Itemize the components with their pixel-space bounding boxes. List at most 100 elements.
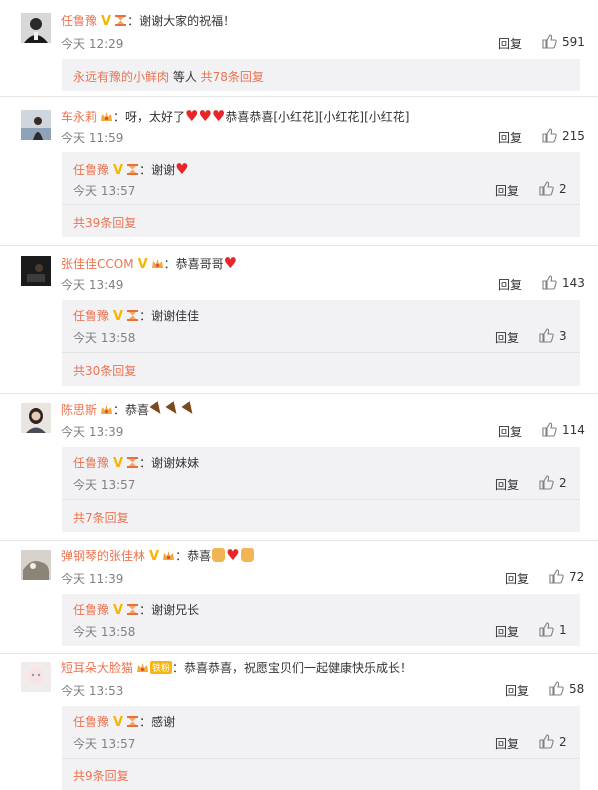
comment-line: 短耳朵大脸猫 铁粉 ：恭喜恭喜，祝愿宝贝们一起健康快乐成长！: [61, 659, 412, 676]
like-button[interactable]: 3: [539, 328, 567, 343]
username[interactable]: 任鲁豫: [61, 14, 97, 28]
thumb-up-icon: [539, 734, 559, 749]
like-count: 1: [559, 623, 567, 637]
sub-reply-line: 任鲁豫 V ：谢谢佳佳: [73, 307, 199, 324]
like-count: 2: [559, 476, 567, 490]
comment-text: ：恭喜: [113, 403, 150, 417]
heart-emoji-icon: ♥♥♥: [185, 107, 226, 125]
reply-button[interactable]: 回复: [495, 735, 519, 752]
heart-emoji-icon: ♥: [175, 160, 189, 178]
reply-button[interactable]: 回复: [495, 182, 519, 199]
sub-reply-username[interactable]: 任鲁豫: [73, 163, 109, 177]
fan-badge: 铁粉: [150, 661, 173, 674]
member-crown-icon: [133, 661, 149, 675]
reply-button[interactable]: 回复: [495, 623, 519, 640]
divider: [0, 653, 598, 654]
like-count: 591: [562, 35, 585, 49]
sub-reply-username[interactable]: 任鲁豫: [73, 715, 109, 729]
like-button[interactable]: 215: [542, 128, 585, 143]
like-button[interactable]: 114: [542, 422, 585, 437]
more-replies-link[interactable]: 永远有豫的小鲜肉 等人 共78条回复: [73, 68, 264, 85]
divider: [0, 393, 598, 394]
sub-reply-username[interactable]: 任鲁豫: [73, 603, 109, 617]
divider: [0, 245, 598, 246]
member-hourglass-icon: [123, 163, 139, 177]
comment-time: 今天 11:39: [61, 572, 124, 586]
thumb-up-icon: [542, 128, 562, 143]
like-button[interactable]: 143: [542, 275, 585, 290]
reply-button[interactable]: 回复: [505, 682, 529, 699]
divider: [0, 540, 598, 541]
reply-button[interactable]: 回复: [495, 476, 519, 493]
reply-button[interactable]: 回复: [498, 423, 522, 440]
username[interactable]: 陈思斯: [61, 403, 97, 417]
avatar[interactable]: [21, 403, 51, 433]
like-button[interactable]: 58: [549, 681, 584, 696]
like-button[interactable]: 2: [539, 475, 567, 490]
sub-reply-line: 任鲁豫 V ：感谢: [73, 713, 175, 730]
avatar[interactable]: [21, 256, 51, 286]
username[interactable]: 短耳朵大脸猫: [61, 661, 133, 675]
username[interactable]: 张佳佳CCOM: [61, 257, 134, 271]
comment-time: 今天 12:29: [61, 37, 124, 51]
divider: [62, 499, 580, 500]
sub-reply-text: ：谢谢佳佳: [139, 309, 200, 323]
verified-v-icon: V: [113, 715, 124, 730]
like-button[interactable]: 1: [539, 622, 567, 637]
username[interactable]: 弹钢琴的张佳林: [61, 549, 145, 563]
avatar[interactable]: [21, 13, 51, 43]
party-horn-emoji-icon: [149, 401, 197, 417]
comment-line: 车永莉 ：呀，太好了♥♥♥恭喜恭喜[小红花][小红花][小红花]: [61, 107, 409, 125]
avatar[interactable]: [21, 662, 51, 692]
thumb-up-icon: [539, 181, 559, 196]
like-count: 143: [562, 276, 585, 290]
comment-time: 今天 13:49: [61, 278, 124, 292]
sub-reply-text: ：谢谢: [139, 163, 176, 177]
reply-count[interactable]: 共78条回复: [201, 70, 264, 84]
thumbs-up-emoji-icon: [212, 548, 226, 562]
reply-button[interactable]: 回复: [495, 329, 519, 346]
sub-reply-box: 任鲁豫 V ：感谢 今天 13:57 回复 2 共9条回复: [62, 706, 580, 790]
more-replies-link[interactable]: 共9条回复: [73, 767, 129, 784]
sub-reply-username[interactable]: 任鲁豫: [73, 456, 109, 470]
thumb-up-icon: [549, 569, 569, 584]
sub-reply-line: 任鲁豫 V ：谢谢兄长: [73, 601, 199, 618]
verified-v-icon: V: [113, 163, 124, 178]
comment-line: 任鲁豫 V ：谢谢大家的祝福！: [61, 12, 235, 29]
more-replies-link[interactable]: 共7条回复: [73, 509, 129, 526]
reply-button[interactable]: 回复: [505, 570, 529, 587]
avatar[interactable]: [21, 550, 51, 580]
thumb-up-icon: [542, 34, 562, 49]
comment-text: ：恭喜恭喜，祝愿宝贝们一起健康快乐成长！: [172, 661, 413, 675]
like-count: 114: [562, 423, 585, 437]
comment-line: 陈思斯 ：恭喜: [61, 401, 197, 418]
member-hourglass-icon: [111, 14, 127, 28]
sub-reply-username[interactable]: 任鲁豫: [73, 309, 109, 323]
member-hourglass-icon: [123, 715, 139, 729]
like-button[interactable]: 2: [539, 734, 567, 749]
like-count: 3: [559, 329, 567, 343]
username[interactable]: 车永莉: [61, 110, 97, 124]
like-button[interactable]: 591: [542, 34, 585, 49]
reply-button[interactable]: 回复: [498, 35, 522, 52]
reply-button[interactable]: 回复: [498, 276, 522, 293]
avatar[interactable]: [21, 110, 51, 140]
like-button[interactable]: 2: [539, 181, 567, 196]
verified-v-icon: V: [113, 456, 124, 471]
more-replies-link[interactable]: 共30条回复: [73, 362, 136, 379]
replier-name[interactable]: 永远有豫的小鲜肉: [73, 70, 169, 84]
sub-reply-text: ：谢谢兄长: [139, 603, 200, 617]
verified-v-icon: V: [137, 257, 148, 272]
thumb-up-icon: [542, 275, 562, 290]
member-crown-icon: [97, 110, 113, 124]
sub-reply-box: 任鲁豫 V ：谢谢妹妹 今天 13:57 回复 2 共7条回复: [62, 447, 580, 532]
member-crown-icon: [148, 257, 164, 271]
more-replies-link[interactable]: 共39条回复: [73, 214, 136, 231]
reply-button[interactable]: 回复: [498, 129, 522, 146]
member-hourglass-icon: [123, 309, 139, 323]
member-hourglass-icon: [123, 603, 139, 617]
member-crown-icon: [159, 549, 175, 563]
sub-reply-box: 任鲁豫 V ：谢谢兄长 今天 13:58 回复 1: [62, 594, 580, 646]
comment-text: ：谢谢大家的祝福！: [127, 14, 236, 28]
like-button[interactable]: 72: [549, 569, 584, 584]
